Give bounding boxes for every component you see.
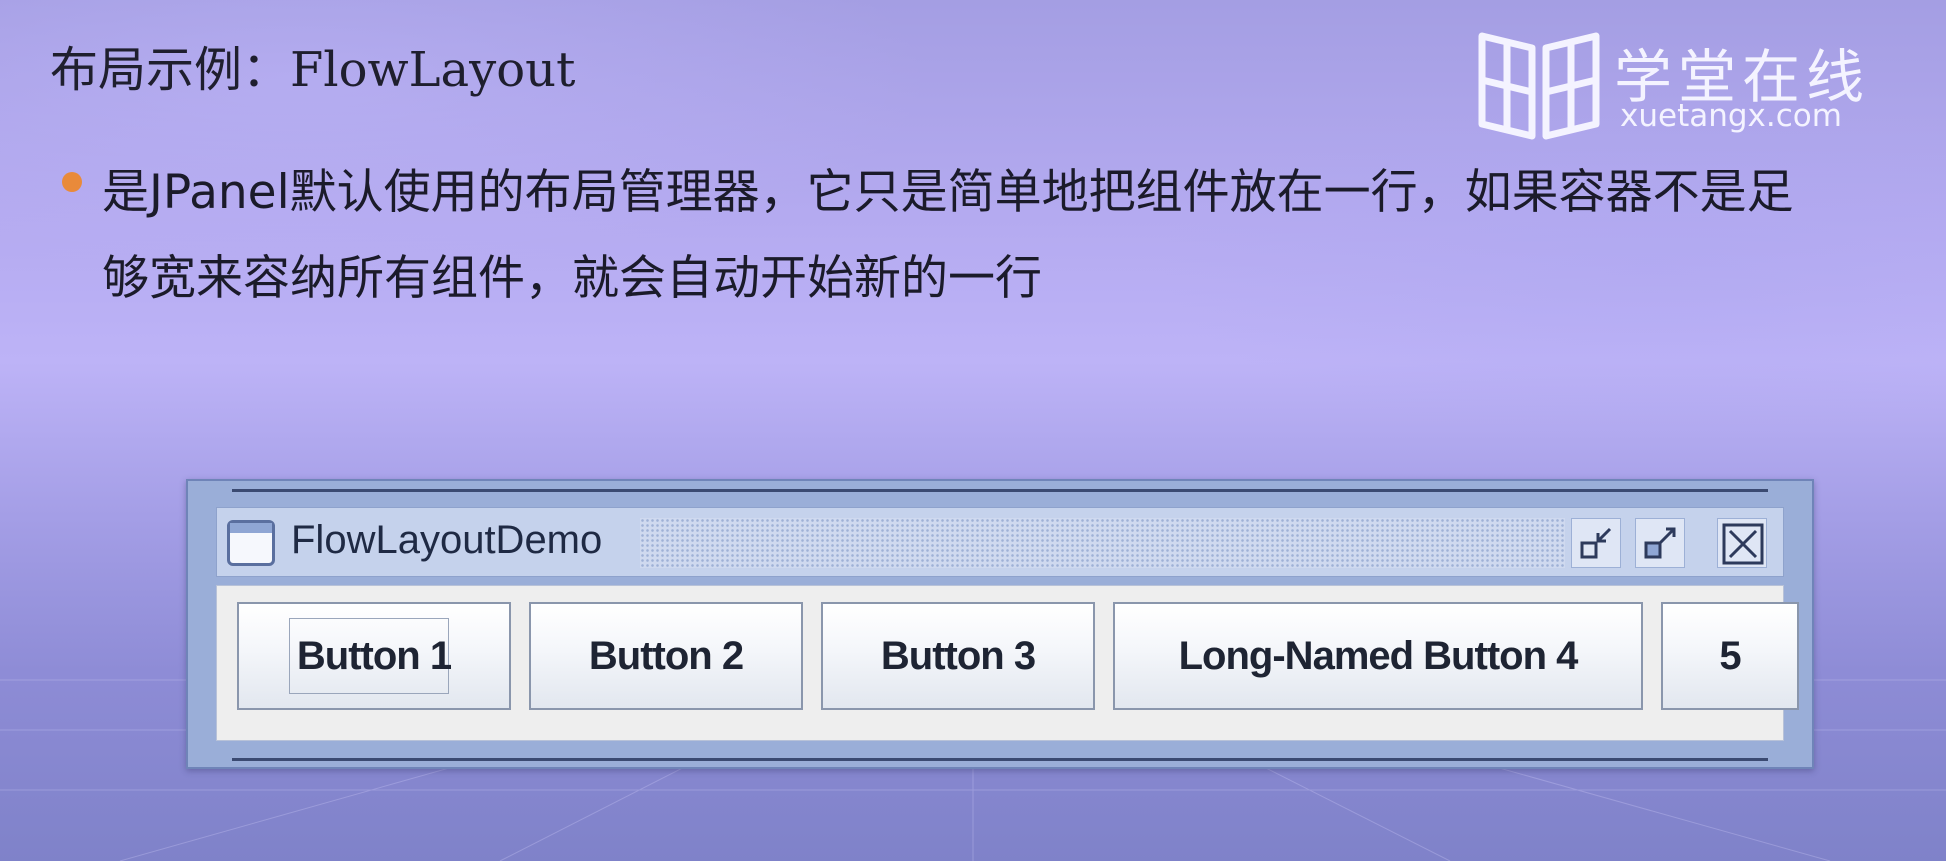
button-3[interactable]: Button 3 <box>821 602 1095 710</box>
xuetangx-logo: 学堂在线 xuetangx.com <box>1474 26 1904 146</box>
iconify-icon <box>1580 527 1612 559</box>
window-top-edge <box>232 489 1768 492</box>
button-1-label: Button 1 <box>296 633 452 678</box>
button-3-label: Button 3 <box>880 633 1036 678</box>
button-2-label: Button 2 <box>588 633 744 678</box>
window-icon-bar <box>230 523 272 533</box>
iconify-button[interactable] <box>1571 518 1621 568</box>
button-5[interactable]: 5 <box>1661 602 1799 710</box>
content-pane: Button 1 Button 2 Button 3 Long-Named Bu… <box>216 585 1799 741</box>
slide-title: 布局示例：FlowLayout <box>50 42 576 98</box>
button-2[interactable]: Button 2 <box>529 602 803 710</box>
maximize-button[interactable] <box>1635 518 1685 568</box>
button-4-label: Long-Named Button 4 <box>1178 633 1579 678</box>
button-1[interactable]: Button 1 <box>237 602 511 710</box>
window-icon[interactable] <box>227 520 275 566</box>
close-button[interactable] <box>1717 518 1767 568</box>
window-bottom-edge <box>232 758 1768 761</box>
window-titlebar[interactable]: FlowLayoutDemo <box>216 507 1784 577</box>
window-title: FlowLayoutDemo <box>291 518 603 562</box>
close-icon <box>1722 523 1764 565</box>
bullet-dot <box>62 172 82 192</box>
flowlayout-demo-window: FlowLayoutDemo Button 1 Button 2 Button … <box>186 479 1814 769</box>
button-5-label: 5 <box>1719 633 1741 678</box>
maximize-icon <box>1644 527 1676 559</box>
book-logo-icon <box>1478 32 1600 140</box>
bullet-text: 是JPanel默认使用的布局管理器，它只是简单地把组件放在一行，如果容器不是足够… <box>102 165 1794 306</box>
titlebar-texture <box>640 518 1565 568</box>
logo-url: xuetangx.com <box>1620 98 1842 134</box>
long-named-button-4[interactable]: Long-Named Button 4 <box>1113 602 1643 710</box>
